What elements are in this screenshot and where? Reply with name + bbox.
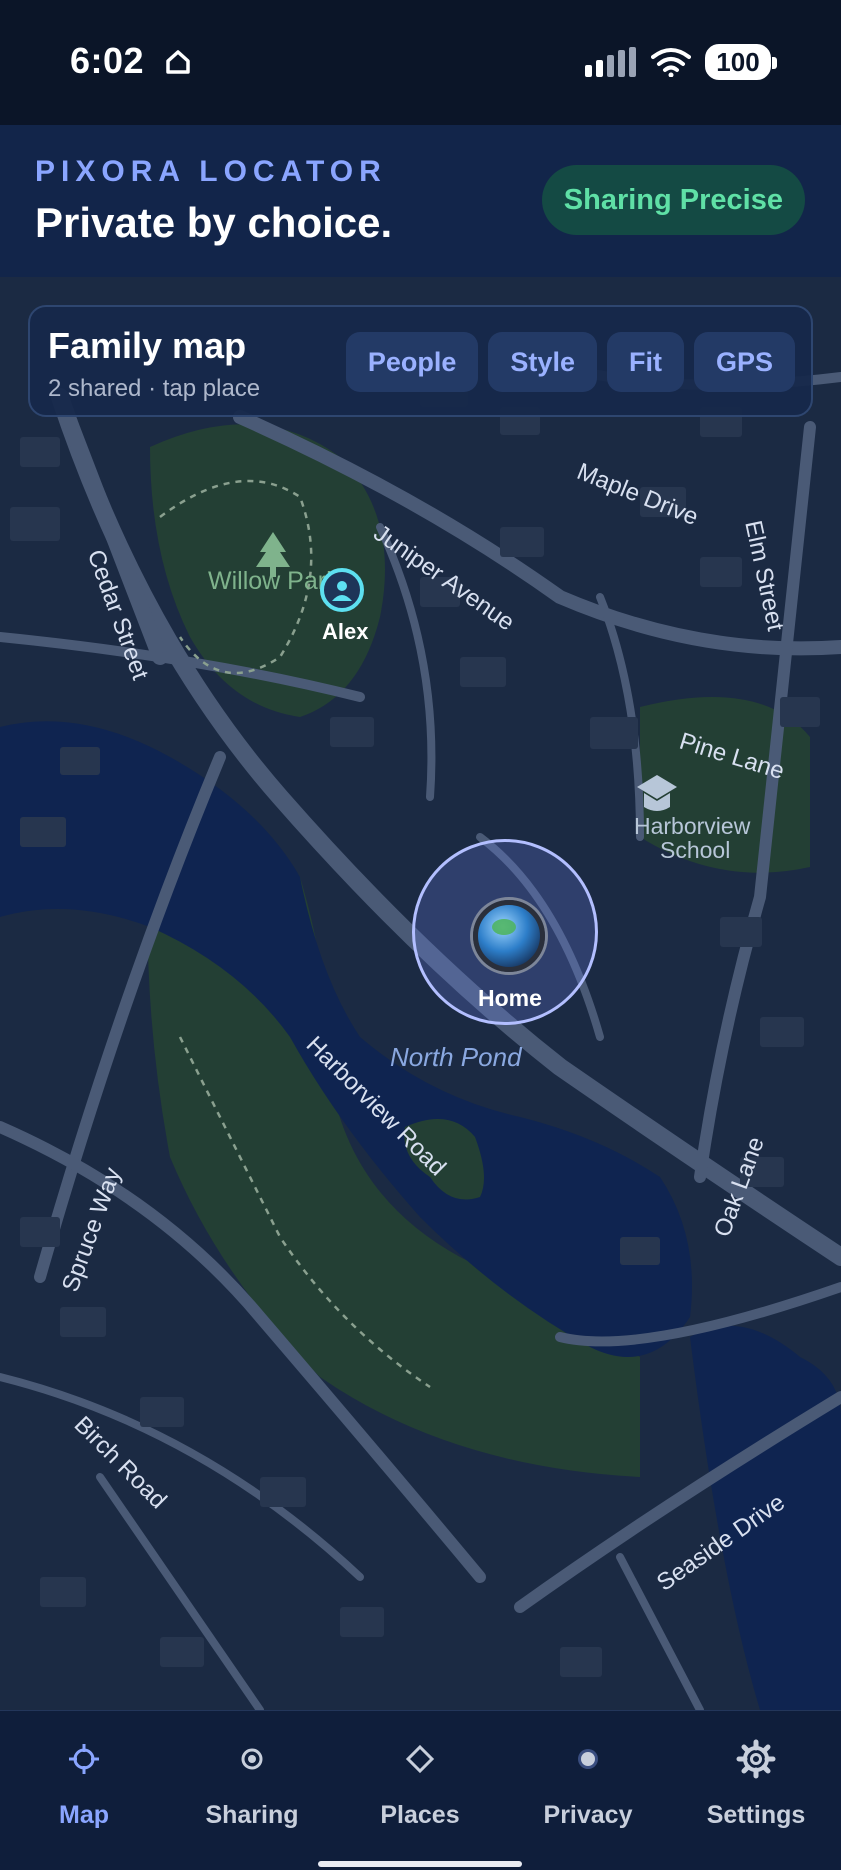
tab-label: Settings [706,1801,806,1829]
tab-settings[interactable]: Settings [672,1739,840,1830]
tab-map[interactable]: Map [0,1739,168,1830]
card-title: Family map [48,325,247,366]
map-card-actions: People Style Fit GPS [345,332,795,392]
alex-marker-label: Alex [322,619,369,644]
status-time: 6:02 [70,40,145,81]
card-subtitle: 2 shared · tap place [48,375,261,402]
person-icon [332,581,352,601]
target-dot-icon [232,1739,272,1779]
home-marker-label: Home [478,985,542,1011]
place-label-school-line1: Harborview [634,813,751,839]
tagline: Private by choice. [35,199,393,246]
map-canvas [0,362,841,1710]
alex-person-marker[interactable] [320,568,364,612]
tab-label: Map [59,1801,109,1829]
wifi-icon [651,48,691,77]
status-bar: 6:02 100 [0,0,841,125]
gps-button[interactable]: GPS [693,332,795,392]
family-map-card: Family map 2 shared · tap place People S… [28,305,813,417]
home-globe-marker[interactable] [473,900,545,972]
style-button[interactable]: Style [488,332,597,392]
map-view[interactable]: Cedar Street Juniper Avenue Maple Drive … [0,277,841,1710]
bottom-tab-bar: Map Sharing Places Privacy Settings [0,1710,841,1870]
tab-label: Sharing [205,1801,299,1829]
signal-icon [585,47,636,77]
tab-sharing[interactable]: Sharing [168,1739,336,1830]
app-header: PIXORA LOCATOR Private by choice. Sharin… [0,125,841,277]
place-label-school-line2: School [660,837,731,863]
crosshair-icon [64,1739,104,1779]
people-button[interactable]: People [345,332,479,392]
tab-places[interactable]: Places [336,1739,504,1830]
brand-name: PIXORA LOCATOR [35,155,387,188]
fit-button[interactable]: Fit [606,332,684,392]
dot-circle-icon [568,1739,608,1779]
sharing-status-button[interactable]: Sharing Precise [541,165,805,235]
home-indicator[interactable] [318,1861,522,1867]
home-status-icon [166,50,190,74]
place-label-willow-park: Willow Park [208,567,339,595]
tab-privacy[interactable]: Privacy [504,1739,672,1830]
tab-label: Places [380,1801,460,1829]
diamond-icon [400,1739,440,1779]
battery-indicator: 100 [705,44,777,80]
status-icons: 100 [585,44,777,80]
place-label-north-pond: North Pond [390,1042,522,1072]
gear-icon [736,1739,776,1779]
tab-label: Privacy [543,1801,633,1829]
